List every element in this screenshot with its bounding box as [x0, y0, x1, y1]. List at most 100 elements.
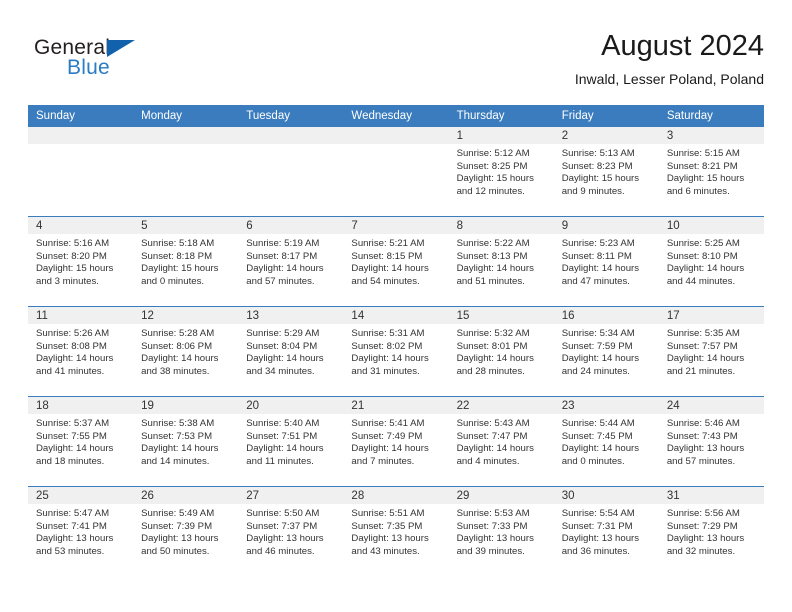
sunset-time: Sunset: 8:02 PM — [351, 340, 423, 352]
sun-times: Sunrise: 5:46 AM Sunset: 7:43 PM Daylight:… — [659, 414, 764, 468]
sunrise-time: Sunrise: 5:21 AM — [351, 238, 425, 249]
daylight-duration-line1: Daylight: 15 hours — [36, 263, 114, 275]
weekday-header-thursday: Thursday — [448, 105, 554, 127]
calendar-day-cell[interactable]: 2 Sunrise: 5:13 AM Sunset: 8:23 PM Daylight… — [553, 127, 659, 217]
daylight-duration-line2: and 12 minutes. — [456, 185, 525, 197]
daylight-duration-line2: and 41 minutes. — [36, 365, 105, 377]
page-subtitle: Inwald, Lesser Poland, Poland — [574, 71, 764, 87]
sun-times: Sunrise: 5:56 AM Sunset: 7:29 PM Daylight:… — [659, 504, 764, 558]
daylight-duration-line2: and 36 minutes. — [561, 545, 630, 557]
calendar-day-cell[interactable]: 27 Sunrise: 5:50 AM Sunset: 7:37 PM Dayligh… — [238, 486, 344, 576]
sunrise-time: Sunrise: 5:25 AM — [666, 238, 740, 249]
calendar-day-cell[interactable]: 10 Sunrise: 5:25 AM Sunset: 8:10 PM Dayligh… — [658, 216, 764, 307]
day-number: 20 — [238, 397, 344, 414]
calendar-day-cell[interactable]: 1 Sunrise: 5:12 AM Sunset: 8:25 PM Daylight… — [448, 127, 554, 217]
calendar-week-row: 4 Sunrise: 5:16 AM Sunset: 8:20 PM Daylight… — [28, 216, 764, 307]
calendar-day-cell[interactable]: 25 Sunrise: 5:47 AM Sunset: 7:41 PM Dayligh… — [28, 486, 134, 576]
daylight-duration-line1: Daylight: 15 hours — [456, 173, 534, 185]
day-number: 2 — [553, 127, 659, 144]
daylight-duration-line1: Daylight: 15 hours — [666, 173, 745, 185]
calendar-body: 1 Sunrise: 5:12 AM Sunset: 8:25 PM Daylight… — [28, 127, 764, 576]
sunrise-time: Sunrise: 5:18 AM — [141, 238, 215, 249]
sun-times: Sunrise: 5:51 AM Sunset: 7:35 PM Daylight:… — [343, 504, 448, 558]
calendar-day-cell[interactable]: 30 Sunrise: 5:54 AM Sunset: 7:31 PM Dayligh… — [553, 486, 659, 576]
sun-times: Sunrise: 5:54 AM Sunset: 7:31 PM Daylight:… — [554, 504, 659, 558]
sunset-time: Sunset: 8:20 PM — [36, 250, 107, 262]
sun-times: Sunrise: 5:22 AM Sunset: 8:13 PM Daylight:… — [449, 234, 554, 288]
daylight-duration-line1: Daylight: 13 hours — [666, 443, 745, 455]
sunset-time: Sunset: 7:59 PM — [561, 340, 633, 352]
sunset-time: Sunset: 7:55 PM — [36, 430, 107, 442]
sunset-time: Sunset: 8:13 PM — [456, 250, 528, 262]
sunset-time: Sunset: 7:43 PM — [666, 430, 738, 442]
calendar-day-cell[interactable]: 17 Sunrise: 5:35 AM Sunset: 7:57 PM Dayligh… — [658, 306, 764, 397]
calendar-day-cell[interactable]: 20 Sunrise: 5:40 AM Sunset: 7:51 PM Dayligh… — [238, 396, 344, 487]
calendar-day-cell[interactable]: 4 Sunrise: 5:16 AM Sunset: 8:20 PM Daylight… — [28, 216, 134, 307]
sunrise-time: Sunrise: 5:37 AM — [36, 418, 110, 429]
calendar-day-cell[interactable]: 12 Sunrise: 5:28 AM Sunset: 8:06 PM Dayligh… — [133, 306, 239, 397]
sun-times: Sunrise: 5:37 AM Sunset: 7:55 PM Daylight:… — [28, 414, 133, 468]
calendar-day-cell[interactable]: 19 Sunrise: 5:38 AM Sunset: 7:53 PM Dayligh… — [133, 396, 239, 487]
daylight-duration-line1: Daylight: 13 hours — [36, 533, 114, 545]
sun-times: Sunrise: 5:15 AM Sunset: 8:21 PM Daylight:… — [659, 144, 764, 198]
sun-times: Sunrise: 5:28 AM Sunset: 8:06 PM Daylight:… — [133, 324, 238, 378]
day-number: 28 — [343, 487, 449, 504]
sunset-time: Sunset: 8:18 PM — [141, 250, 213, 262]
sunrise-time: Sunrise: 5:44 AM — [561, 418, 635, 429]
daylight-duration-line2: and 0 minutes. — [561, 455, 625, 467]
sunset-time: Sunset: 8:06 PM — [141, 340, 213, 352]
calendar-day-cell[interactable]: 21 Sunrise: 5:41 AM Sunset: 7:49 PM Dayligh… — [343, 396, 449, 487]
daylight-duration-line2: and 57 minutes. — [246, 275, 315, 287]
calendar-day-cell[interactable]: 18 Sunrise: 5:37 AM Sunset: 7:55 PM Dayligh… — [28, 396, 134, 487]
sun-times: Sunrise: 5:13 AM Sunset: 8:23 PM Daylight:… — [554, 144, 659, 198]
calendar-day-cell[interactable]: 23 Sunrise: 5:44 AM Sunset: 7:45 PM Dayligh… — [553, 396, 659, 487]
sunrise-time: Sunrise: 5:26 AM — [36, 328, 110, 339]
calendar-day-cell[interactable]: 28 Sunrise: 5:51 AM Sunset: 7:35 PM Dayligh… — [343, 486, 449, 576]
day-number: 3 — [658, 127, 764, 144]
calendar-day-cell[interactable]: 24 Sunrise: 5:46 AM Sunset: 7:43 PM Dayligh… — [658, 396, 764, 487]
day-number: 24 — [658, 397, 764, 414]
day-number: 10 — [658, 217, 764, 234]
sun-times: Sunrise: 5:47 AM Sunset: 7:41 PM Daylight:… — [28, 504, 133, 558]
sunrise-time: Sunrise: 5:47 AM — [36, 508, 110, 519]
calendar-week-row: 1 Sunrise: 5:12 AM Sunset: 8:25 PM Daylight… — [28, 127, 764, 217]
weekday-header-friday: Friday — [553, 105, 659, 127]
calendar-day-cell[interactable]: 22 Sunrise: 5:43 AM Sunset: 7:47 PM Dayligh… — [448, 396, 554, 487]
calendar-day-cell[interactable]: 16 Sunrise: 5:34 AM Sunset: 7:59 PM Dayligh… — [553, 306, 659, 397]
sun-times: Sunrise: 5:43 AM Sunset: 7:47 PM Daylight:… — [449, 414, 554, 468]
calendar-day-cell[interactable]: 6 Sunrise: 5:19 AM Sunset: 8:17 PM Daylight… — [238, 216, 344, 307]
daylight-duration-line2: and 18 minutes. — [36, 455, 105, 467]
general-blue-logo[interactable]: General Blue — [34, 36, 234, 92]
calendar-day-cell[interactable]: 5 Sunrise: 5:18 AM Sunset: 8:18 PM Daylight… — [133, 216, 239, 307]
calendar-table: Sunday Monday Tuesday Wednesday Thursday… — [28, 105, 764, 576]
calendar-day-cell[interactable]: 7 Sunrise: 5:21 AM Sunset: 8:15 PM Daylight… — [343, 216, 449, 307]
calendar-day-cell[interactable]: 15 Sunrise: 5:32 AM Sunset: 8:01 PM Dayligh… — [448, 306, 554, 397]
daylight-duration-line2: and 50 minutes. — [141, 545, 210, 557]
calendar-day-cell[interactable]: 31 Sunrise: 5:56 AM Sunset: 7:29 PM Dayligh… — [658, 486, 764, 576]
sun-times: Sunrise: 5:18 AM Sunset: 8:18 PM Daylight:… — [133, 234, 238, 288]
calendar-day-cell[interactable]: 13 Sunrise: 5:29 AM Sunset: 8:04 PM Dayligh… — [238, 306, 344, 397]
calendar-empty-cell — [238, 127, 344, 217]
sunset-time: Sunset: 8:01 PM — [456, 340, 528, 352]
calendar-empty-cell — [28, 127, 134, 217]
calendar-day-cell[interactable]: 9 Sunrise: 5:23 AM Sunset: 8:11 PM Daylight… — [553, 216, 659, 307]
sunset-time: Sunset: 7:35 PM — [351, 520, 423, 532]
day-number: 14 — [343, 307, 449, 324]
sunrise-time: Sunrise: 5:31 AM — [351, 328, 425, 339]
calendar-day-cell[interactable]: 11 Sunrise: 5:26 AM Sunset: 8:08 PM Dayligh… — [28, 306, 134, 397]
daylight-duration-line2: and 53 minutes. — [36, 545, 105, 557]
sunrise-time: Sunrise: 5:16 AM — [36, 238, 110, 249]
daylight-duration-line2: and 47 minutes. — [561, 275, 630, 287]
sun-times: Sunrise: 5:49 AM Sunset: 7:39 PM Daylight:… — [133, 504, 238, 558]
calendar-day-cell[interactable]: 3 Sunrise: 5:15 AM Sunset: 8:21 PM Daylight… — [658, 127, 764, 217]
calendar-day-cell[interactable]: 29 Sunrise: 5:53 AM Sunset: 7:33 PM Dayligh… — [448, 486, 554, 576]
sunrise-time: Sunrise: 5:12 AM — [456, 148, 530, 159]
daylight-duration-line2: and 28 minutes. — [456, 365, 525, 377]
daylight-duration-line1: Daylight: 15 hours — [141, 263, 219, 275]
calendar-day-cell[interactable]: 14 Sunrise: 5:31 AM Sunset: 8:02 PM Dayligh… — [343, 306, 449, 397]
daylight-duration-line1: Daylight: 14 hours — [246, 443, 324, 455]
sun-times: Sunrise: 5:50 AM Sunset: 7:37 PM Daylight:… — [238, 504, 343, 558]
calendar-day-cell[interactable]: 8 Sunrise: 5:22 AM Sunset: 8:13 PM Daylight… — [448, 216, 554, 307]
day-number: 11 — [28, 307, 134, 324]
calendar-day-cell[interactable]: 26 Sunrise: 5:49 AM Sunset: 7:39 PM Dayligh… — [133, 486, 239, 576]
